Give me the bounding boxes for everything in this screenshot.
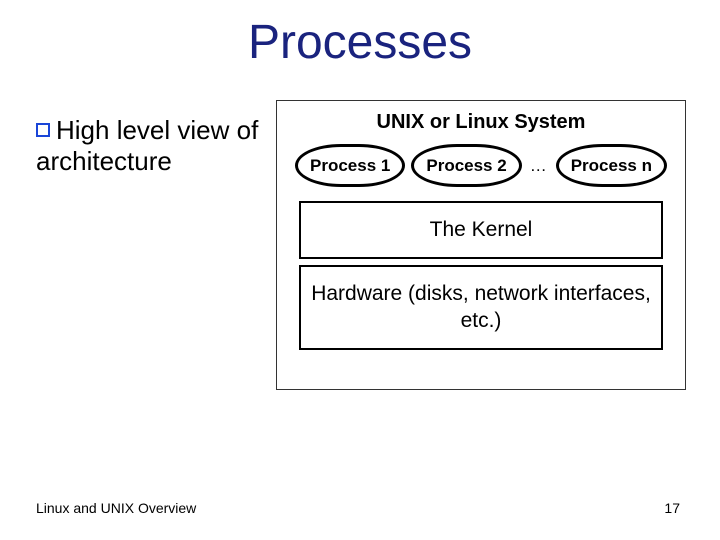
- bullet-item: High level view of architecture: [36, 115, 266, 177]
- bullet-text: High level view of architecture: [36, 115, 258, 176]
- process-2-oval: Process 2: [411, 144, 521, 187]
- process-row: Process 1 Process 2 … Process n: [285, 144, 677, 187]
- page-number: 17: [664, 500, 680, 516]
- ellipsis: …: [528, 156, 550, 176]
- process-n-oval: Process n: [556, 144, 667, 187]
- hardware-layer: Hardware (disks, network interfaces, etc…: [299, 265, 663, 350]
- kernel-layer: The Kernel: [299, 201, 663, 259]
- slide: Processes High level view of architectur…: [0, 0, 720, 540]
- slide-title: Processes: [0, 18, 720, 68]
- square-bullet-icon: [36, 123, 50, 137]
- diagram-title: UNIX or Linux System: [285, 111, 677, 134]
- process-1-oval: Process 1: [295, 144, 405, 187]
- architecture-diagram: UNIX or Linux System Process 1 Process 2…: [276, 100, 686, 390]
- footer-left: Linux and UNIX Overview: [36, 500, 196, 516]
